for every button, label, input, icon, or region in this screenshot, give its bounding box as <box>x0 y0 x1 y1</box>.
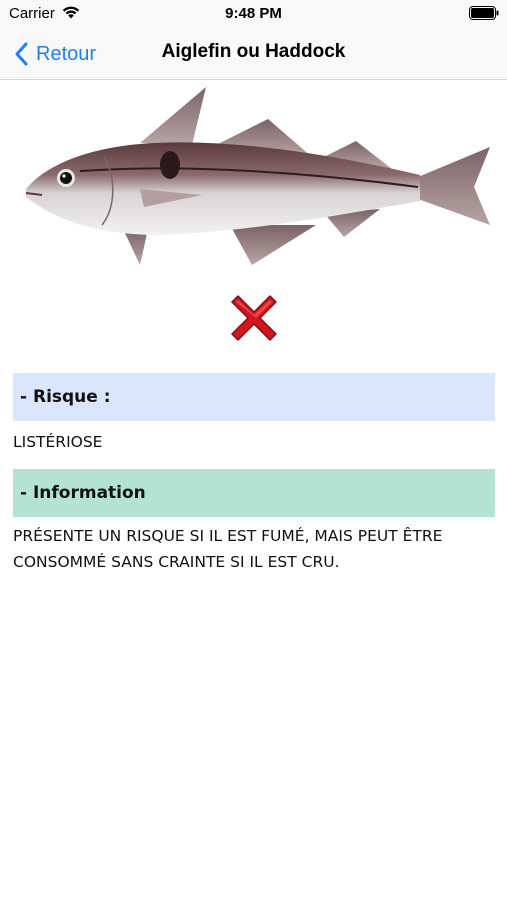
status-time: 9:48 PM <box>225 5 282 22</box>
risk-section-header: - Risque : <box>13 373 495 421</box>
battery-icon <box>469 6 499 20</box>
information-text: PRÉSENTE UN RISQUE SI IL EST FUMÉ, MAIS … <box>13 527 443 571</box>
red-cross-icon <box>231 295 277 341</box>
status-bar: Carrier 9:48 PM <box>0 0 507 28</box>
page-title: Aiglefin ou Haddock <box>161 41 346 62</box>
information-section-header: - Information <box>13 469 495 517</box>
navigation-bar: Retour Aiglefin ou Haddock <box>0 28 507 80</box>
fish-image <box>25 87 490 265</box>
risk-text: LISTÉRIOSE <box>13 433 103 451</box>
